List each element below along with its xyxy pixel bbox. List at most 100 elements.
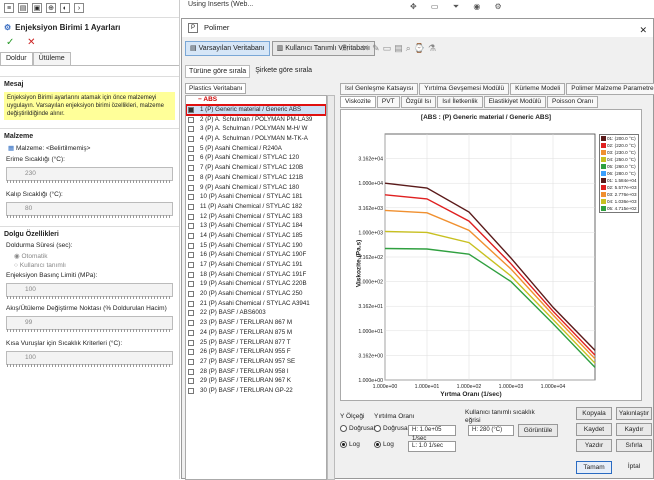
material-list-item[interactable]: 28 (P) BASF / TERLURAN 958 I bbox=[186, 367, 326, 377]
tab-pack[interactable]: Ütüleme bbox=[32, 52, 71, 65]
switch-point-input[interactable]: 99 bbox=[6, 316, 173, 332]
material-checkbox[interactable] bbox=[188, 329, 194, 336]
reset-button[interactable]: Sıfırla bbox=[616, 439, 652, 452]
cancel-icon[interactable]: ✕ bbox=[27, 37, 35, 48]
arrow-right-icon[interactable]: › bbox=[74, 3, 84, 13]
material-list-item[interactable]: 2 (P) A. Schulman / POLYMAN PM-LA39 bbox=[186, 115, 326, 125]
material-list-item[interactable]: 30 (P) BASF / TERLURAN GP-22 bbox=[186, 386, 326, 396]
material-list-item[interactable]: 22 (P) BASF / ABS6003 bbox=[186, 308, 326, 318]
shear-low-input[interactable]: L: 1.0 1/sec bbox=[408, 441, 456, 452]
material-list-item[interactable]: 20 (P) Asahi Chemical / STYLAC 250 bbox=[186, 289, 326, 299]
material-checkbox[interactable] bbox=[188, 368, 194, 375]
material-checkbox[interactable] bbox=[188, 349, 194, 356]
message-section-header[interactable]: Mesaj bbox=[0, 76, 179, 90]
material-checkbox[interactable] bbox=[188, 252, 194, 259]
pressure-limit-input[interactable]: 100 bbox=[6, 283, 173, 299]
material-checkbox[interactable] bbox=[188, 387, 194, 394]
pressure-limit-slider[interactable] bbox=[7, 296, 172, 299]
material-checkbox[interactable] bbox=[188, 155, 194, 162]
material-checkbox[interactable] bbox=[188, 194, 194, 201]
material-list-item[interactable]: 17 (P) Asahi Chemical / STYLAC 191 bbox=[186, 260, 326, 270]
default-db-button[interactable]: ▤ Varsayılan Veritabanı bbox=[185, 41, 270, 56]
material-checkbox[interactable] bbox=[188, 358, 194, 365]
background-tab[interactable]: Using Inserts (Web... bbox=[188, 1, 253, 8]
tab-viscosity[interactable]: Viskozite bbox=[340, 96, 376, 108]
tab-elastic-modulus[interactable]: Elastikiyet Modülü bbox=[483, 96, 547, 108]
material-checkbox[interactable] bbox=[188, 184, 194, 191]
plastics-db-tab[interactable]: Plastics Veritabanı bbox=[185, 83, 247, 94]
sort-by-company-button[interactable]: Şirkete göre sırala bbox=[252, 65, 315, 78]
print-button[interactable]: Yazdır bbox=[576, 439, 612, 452]
material-checkbox[interactable] bbox=[188, 281, 194, 288]
material-list-item[interactable]: 23 (P) BASF / TERLURAN 867 M bbox=[186, 318, 326, 328]
short-shot-input[interactable]: 100 bbox=[6, 351, 173, 367]
short-shot-slider[interactable] bbox=[7, 364, 172, 367]
tab-thermal-expansion[interactable]: Isıl Genleşme Katsayısı bbox=[340, 83, 419, 95]
switch-point-slider[interactable] bbox=[7, 329, 172, 332]
material-list-scrollbar[interactable] bbox=[327, 95, 335, 480]
material-checkbox[interactable] bbox=[188, 232, 194, 239]
material-list-item[interactable]: 27 (P) BASF / TERLURAN 957 SE bbox=[186, 357, 326, 367]
tab-pvt[interactable]: PVT bbox=[376, 96, 400, 108]
material-list-item[interactable]: 29 (P) BASF / TERLURAN 967 K bbox=[186, 376, 326, 386]
material-checkbox[interactable] bbox=[188, 262, 194, 268]
tab-cure-model[interactable]: Kürleme Modeli bbox=[510, 83, 566, 95]
material-list-item[interactable]: 11 (P) Asahi Chemical / STYLAC 182 bbox=[186, 202, 326, 212]
background-toolbar[interactable]: ✥ ▭ ⏷ ◉ ⚙ bbox=[410, 2, 508, 12]
material-list-item[interactable]: 1 (P) Generic material / Generic ABS bbox=[186, 104, 326, 116]
material-list-item[interactable]: 10 (P) Asahi Chemical / STYLAC 181 bbox=[186, 192, 326, 202]
copy-button[interactable]: Kopyala bbox=[576, 407, 612, 420]
material-list-item[interactable]: 5 (P) Asahi Chemical / R240A bbox=[186, 144, 326, 154]
tab-shear-relaxation[interactable]: Yırtılma Gevşemesi Modülü bbox=[419, 83, 510, 95]
material-checkbox[interactable] bbox=[188, 107, 194, 113]
material-checkbox[interactable] bbox=[188, 203, 194, 210]
fill-section-header[interactable]: Dolgu Özellikleri bbox=[0, 226, 179, 240]
material-checkbox[interactable] bbox=[188, 320, 194, 327]
mold-temp-slider[interactable] bbox=[7, 215, 172, 218]
user-defined-radio[interactable]: ○ Kullanıcı tanımlı bbox=[0, 261, 179, 270]
feature-tree-icon[interactable]: ≡ bbox=[4, 3, 14, 13]
material-checkbox[interactable] bbox=[188, 136, 194, 143]
material-checkbox[interactable] bbox=[188, 291, 194, 298]
tree-root-abs[interactable]: − ABS bbox=[186, 96, 326, 105]
material-list-item[interactable]: 19 (P) Asahi Chemical / STYLAC 220B bbox=[186, 279, 326, 289]
material-list-item[interactable]: 7 (P) Asahi Chemical / STYLAC 120B bbox=[186, 163, 326, 173]
material-list-item[interactable]: 12 (P) Asahi Chemical / STYLAC 183 bbox=[186, 212, 326, 222]
material-list-item[interactable]: 18 (P) Asahi Chemical / STYLAC 191F bbox=[186, 270, 326, 280]
target-icon[interactable]: ⊕ bbox=[46, 3, 56, 13]
material-list-item[interactable]: 25 (P) BASF / TERLURAN 877 T bbox=[186, 338, 326, 348]
material-checkbox[interactable] bbox=[188, 300, 194, 307]
material-checkbox[interactable] bbox=[188, 145, 194, 152]
material-checkbox[interactable] bbox=[188, 165, 194, 172]
melt-temp-input[interactable]: 230 bbox=[6, 167, 173, 183]
material-list-item[interactable]: 24 (P) BASF / TERLURAN 875 M bbox=[186, 328, 326, 338]
material-checkbox[interactable] bbox=[188, 339, 194, 346]
edit-toolbar[interactable]: ⚗✂✕✎▭▤⌕⌚⚗ bbox=[340, 43, 439, 54]
material-section-header[interactable]: Malzeme bbox=[0, 128, 179, 142]
x-linear-radio[interactable]: Doğrusal bbox=[374, 425, 409, 432]
material-checkbox[interactable] bbox=[188, 242, 194, 249]
save-button[interactable]: Kaydet bbox=[576, 423, 612, 436]
material-checkbox[interactable] bbox=[188, 378, 194, 385]
material-list[interactable]: − ABS 1 (P) Generic material / Generic A… bbox=[185, 95, 327, 480]
material-list-item[interactable]: 3 (P) A. Schulman / POLYMAN M-H/ W bbox=[186, 124, 326, 134]
pan-button[interactable]: Kaydır bbox=[616, 423, 652, 436]
tab-fill[interactable]: Doldur bbox=[0, 52, 33, 65]
material-list-item[interactable]: 21 (P) Asahi Chemical / STYLAC A3941 bbox=[186, 299, 326, 309]
tab-specific-heat[interactable]: Özgül Isı bbox=[400, 96, 437, 108]
material-checkbox[interactable] bbox=[188, 223, 194, 230]
material-list-item[interactable]: 14 (P) Asahi Chemical / STYLAC 185 bbox=[186, 231, 326, 241]
tab-polymer-parameters[interactable]: Polimer Malzeme Parametreleri bbox=[566, 83, 654, 95]
material-checkbox[interactable] bbox=[188, 174, 194, 181]
material-list-item[interactable]: 4 (P) A. Schulman / POLYMAN M-TK-A bbox=[186, 134, 326, 144]
material-list-item[interactable]: 15 (P) Asahi Chemical / STYLAC 190 bbox=[186, 241, 326, 251]
y-linear-radio[interactable]: Doğrusal bbox=[340, 425, 375, 432]
color-icon[interactable]: ◐ bbox=[60, 3, 70, 13]
zoom-button[interactable]: Yakınlaştır bbox=[616, 407, 652, 420]
material-list-item[interactable]: 8 (P) Asahi Chemical / STYLAC 121B bbox=[186, 173, 326, 183]
material-checkbox[interactable] bbox=[188, 310, 194, 317]
material-list-item[interactable]: 16 (P) Asahi Chemical / STYLAC 190F bbox=[186, 250, 326, 260]
tab-poisson-ratio[interactable]: Poisson Oranı bbox=[547, 96, 599, 108]
view-button[interactable]: Görüntüle bbox=[518, 424, 558, 437]
material-list-item[interactable]: 26 (P) BASF / TERLURAN 955 F bbox=[186, 347, 326, 357]
